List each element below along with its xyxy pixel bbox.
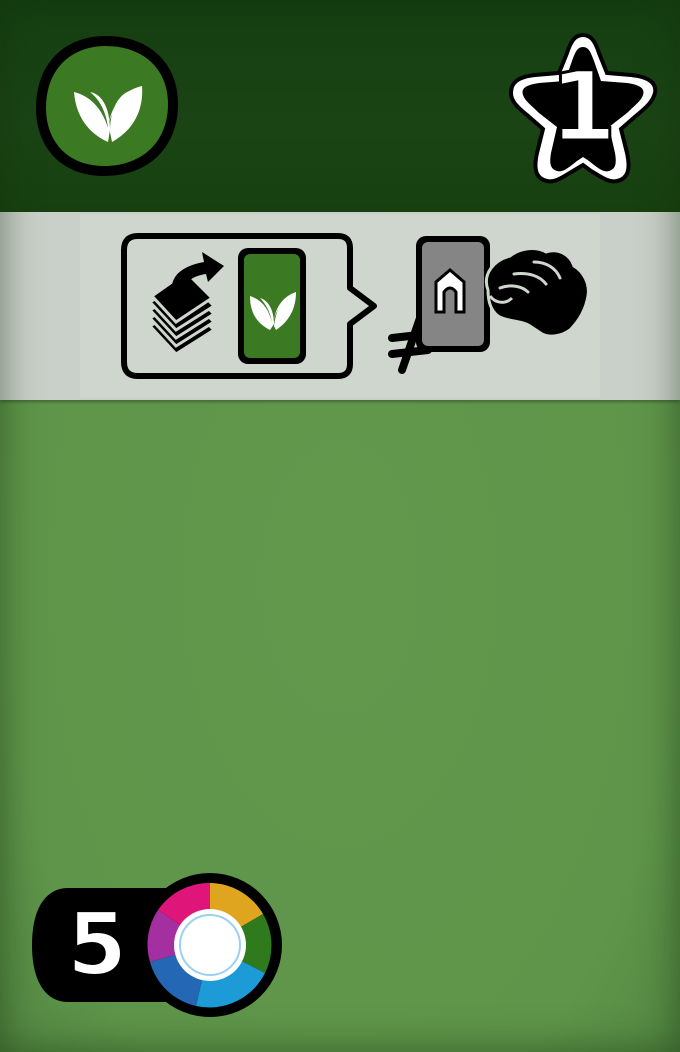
house-card-icon [416, 236, 490, 352]
any-color-icon [138, 873, 282, 1017]
deck-draw-icon [147, 252, 224, 356]
leaf-type-badge [36, 36, 178, 176]
victory-points: 1 [548, 51, 618, 164]
game-card[interactable]: 1 5 [0, 0, 680, 1052]
leaf-card-icon [238, 248, 306, 364]
effect-icons [121, 233, 590, 379]
card-cost: 5 [66, 894, 128, 996]
grabbing-hand-icon [485, 247, 590, 338]
